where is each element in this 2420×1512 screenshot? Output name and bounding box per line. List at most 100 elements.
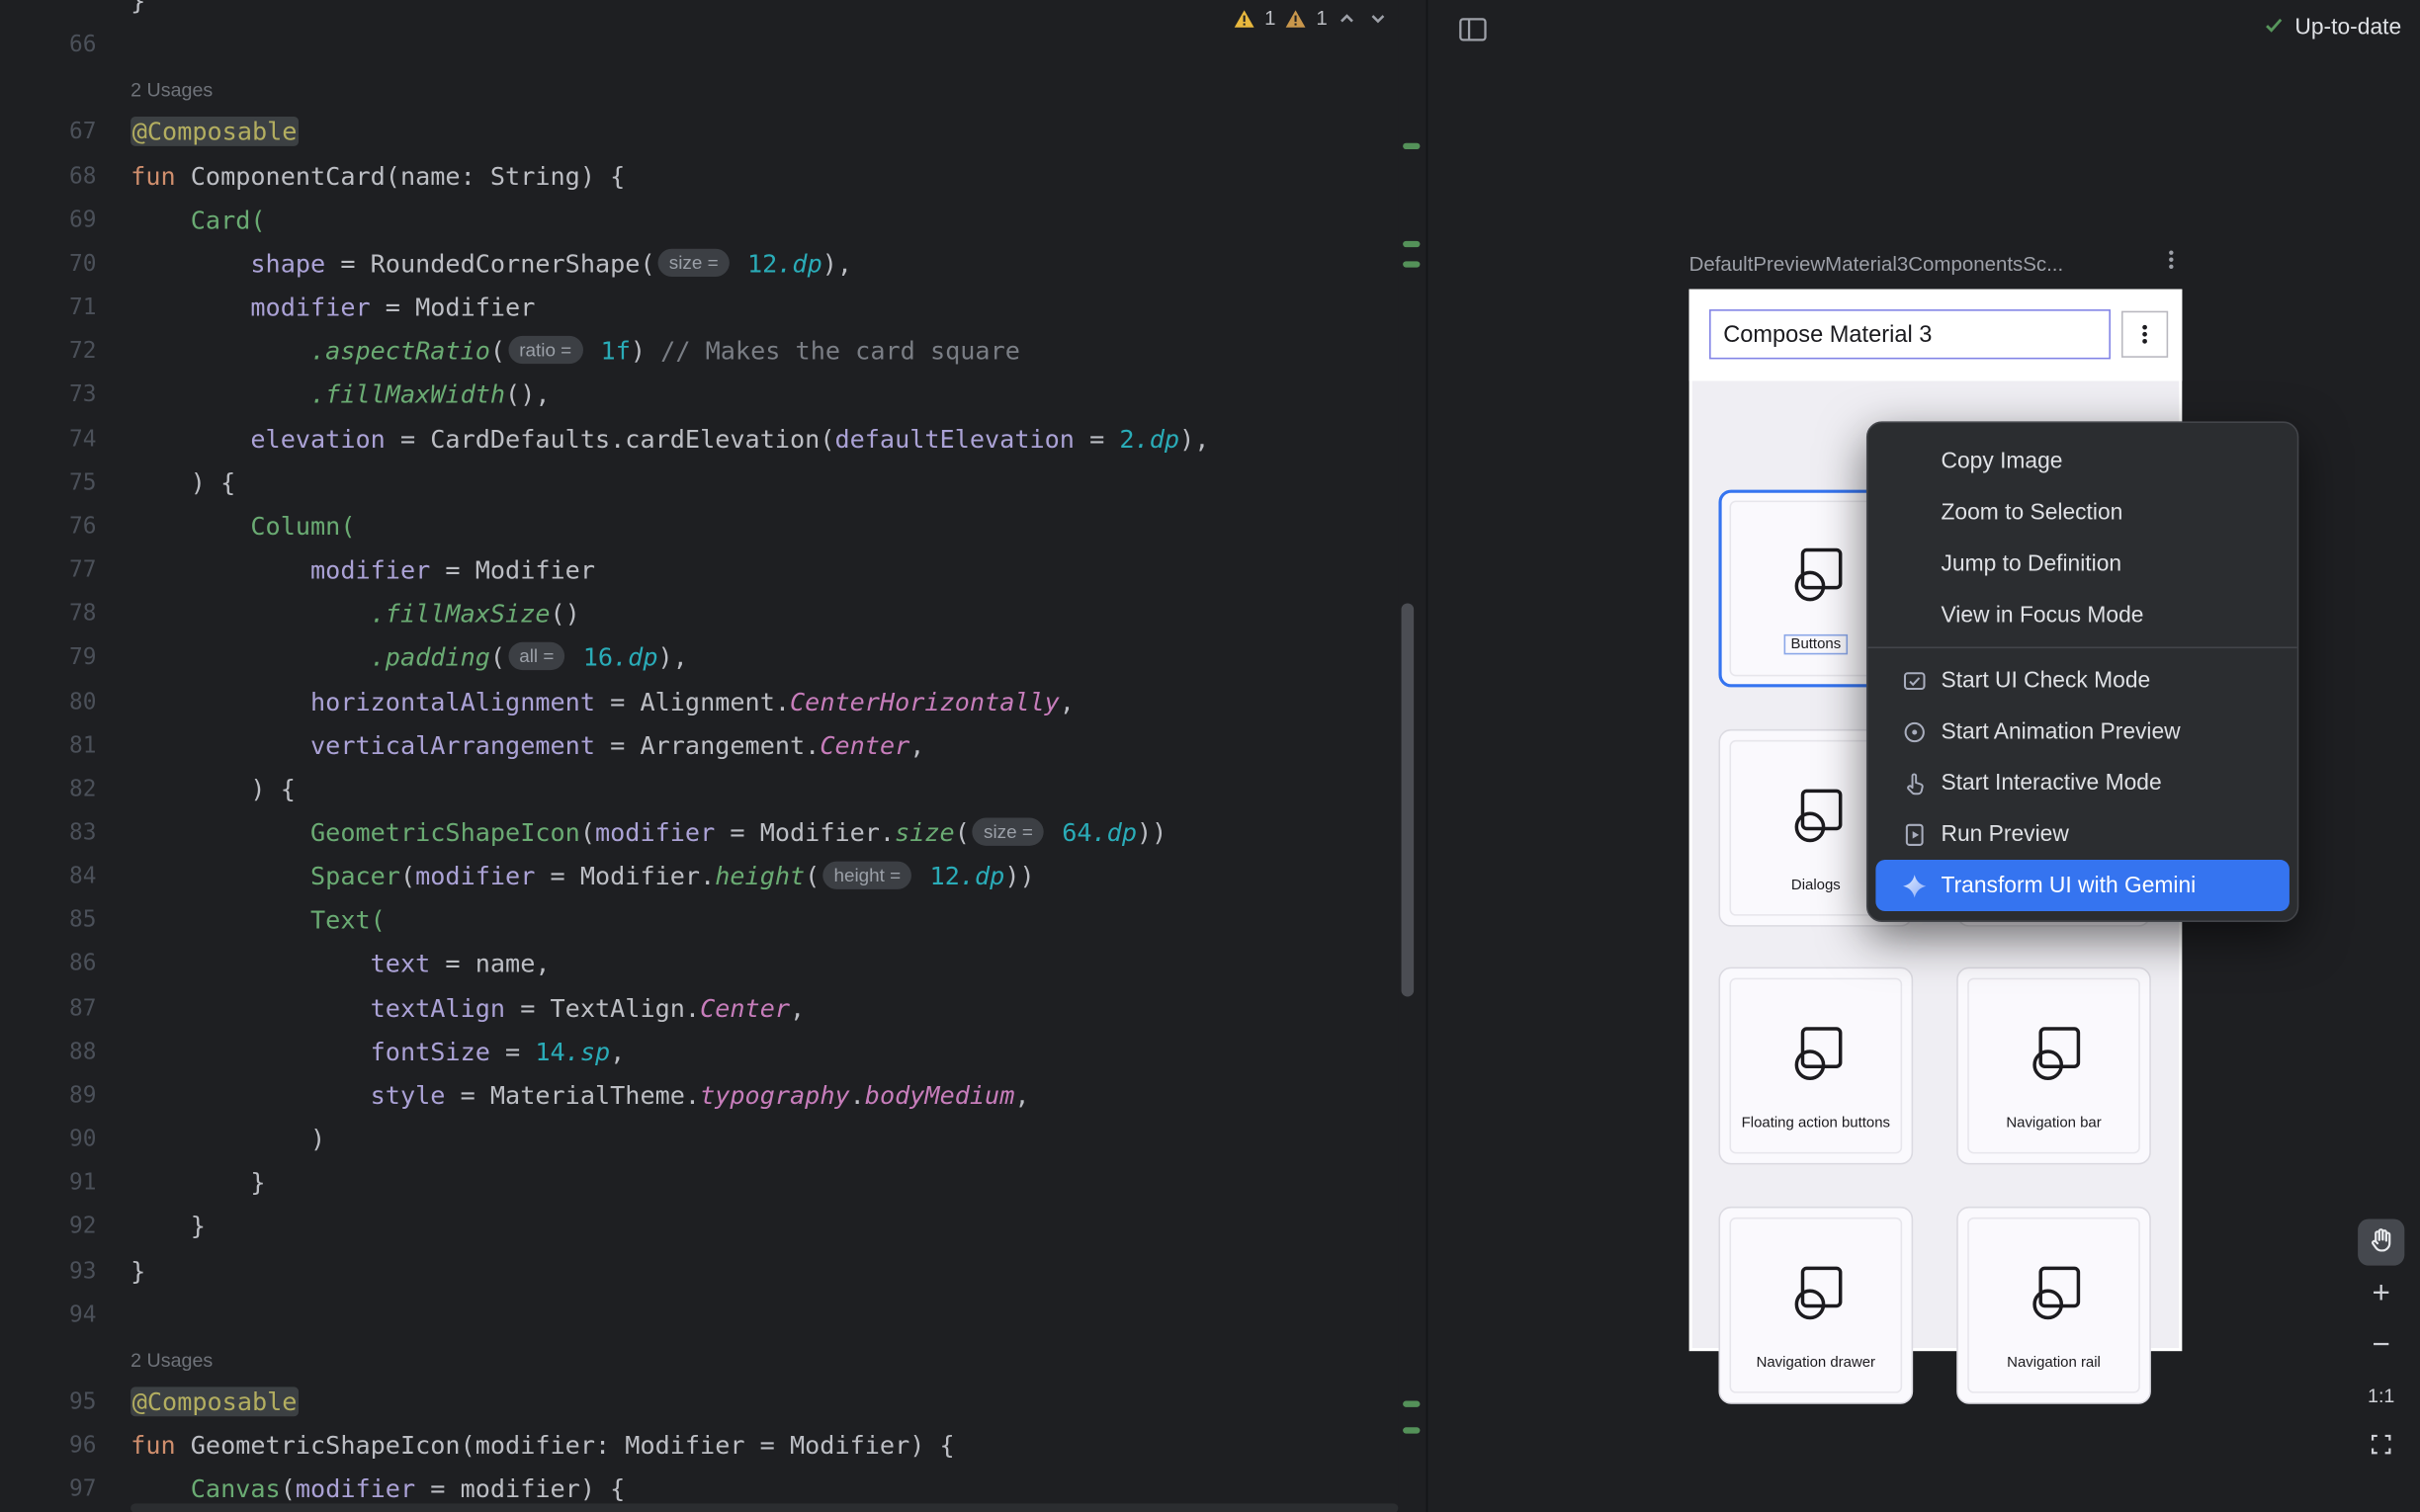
inlay-hint[interactable]: all = [508, 642, 564, 670]
line-number[interactable]: 93 [0, 1249, 115, 1293]
code-row[interactable]: 66 [0, 24, 1426, 67]
horizontal-scrollbar[interactable] [130, 1503, 1398, 1512]
line-number[interactable] [0, 1337, 115, 1381]
code-row[interactable]: 75 ) { [0, 462, 1426, 505]
usages-hint[interactable]: 2 Usages [130, 1349, 213, 1371]
line-number[interactable]: 81 [0, 724, 115, 768]
editor-scroll-stripe[interactable] [1398, 0, 1426, 1512]
line-number[interactable]: 92 [0, 1206, 115, 1249]
app-title-field[interactable]: Compose Material 3 [1709, 309, 2111, 359]
component-card-navigation-bar[interactable]: Navigation bar [1956, 967, 2151, 1165]
code-vision-row[interactable]: 2 Usages [0, 67, 1426, 111]
line-number[interactable]: 87 [0, 986, 115, 1030]
code-row[interactable]: 71 modifier = Modifier [0, 287, 1426, 330]
line-number[interactable]: 71 [0, 287, 115, 330]
code-row[interactable]: 87 textAlign = TextAlign.Center, [0, 986, 1426, 1030]
line-number[interactable]: 91 [0, 1162, 115, 1206]
code-row[interactable]: 91 } [0, 1162, 1426, 1206]
code-row[interactable]: 96fun GeometricShapeIcon(modifier: Modif… [0, 1424, 1426, 1468]
line-number[interactable]: 76 [0, 505, 115, 548]
usages-hint[interactable]: 2 Usages [130, 80, 213, 102]
preview-kebab-menu-icon[interactable] [2160, 247, 2182, 280]
code-editor[interactable]: }66 2 Usages 67@Composable68fun ComponentC… [0, 0, 1426, 1512]
line-number[interactable]: 79 [0, 636, 115, 680]
line-number[interactable]: 84 [0, 856, 115, 899]
line-number[interactable]: 75 [0, 462, 115, 505]
line-number[interactable]: 82 [0, 768, 115, 811]
scrollbar-thumb[interactable] [1402, 603, 1415, 996]
line-number[interactable]: 89 [0, 1074, 115, 1118]
ui-switcher-icon[interactable] [1457, 14, 1488, 44]
line-number[interactable] [0, 67, 115, 111]
code-row[interactable]: 74 elevation = CardDefaults.cardElevatio… [0, 418, 1426, 462]
component-card-floating-action-buttons[interactable]: Floating action buttons [1718, 967, 1913, 1165]
code-row[interactable]: 76 Column( [0, 505, 1426, 548]
code-row[interactable]: 68fun ComponentCard(name: String) { [0, 155, 1426, 199]
line-number[interactable]: 96 [0, 1424, 115, 1468]
menu-item-jump-to-definition[interactable]: Jump to Definition [1868, 538, 2297, 589]
line-number[interactable]: 97 [0, 1469, 115, 1512]
code-row[interactable]: 88 fontSize = 14.sp, [0, 1031, 1426, 1074]
code-row[interactable]: } [0, 0, 1426, 24]
inlay-hint[interactable]: ratio = [508, 336, 582, 364]
previous-highlight-icon[interactable] [1337, 7, 1358, 29]
code-row[interactable]: 89 style = MaterialTheme.typography.body… [0, 1074, 1426, 1118]
zoom-in-button[interactable]: + [2358, 1270, 2404, 1316]
code-row[interactable]: 85 Text( [0, 899, 1426, 943]
line-number[interactable]: 68 [0, 155, 115, 199]
menu-item-start-interactive-mode[interactable]: Start Interactive Mode [1868, 757, 2297, 808]
menu-item-zoom-to-selection[interactable]: Zoom to Selection [1868, 486, 2297, 538]
line-number[interactable]: 72 [0, 330, 115, 374]
code-row[interactable]: 95@Composable [0, 1381, 1426, 1424]
menu-item-run-preview[interactable]: Run Preview [1868, 808, 2297, 860]
code-row[interactable]: 93} [0, 1249, 1426, 1293]
component-card-navigation-rail[interactable]: Navigation rail [1956, 1207, 2151, 1404]
line-number[interactable]: 67 [0, 111, 115, 154]
inlay-hint[interactable]: size = [973, 818, 1044, 846]
zoom-actual-size-button[interactable]: 1:1 [2358, 1373, 2404, 1419]
code-row[interactable]: 80 horizontalAlignment = Alignment.Cente… [0, 680, 1426, 723]
menu-item-transform-ui-with-gemini[interactable]: Transform UI with Gemini [1875, 860, 2289, 911]
line-number[interactable]: 88 [0, 1031, 115, 1074]
menu-item-copy-image[interactable]: Copy Image [1868, 436, 2297, 487]
next-highlight-icon[interactable] [1368, 7, 1390, 29]
line-number[interactable]: 80 [0, 680, 115, 723]
code-row[interactable]: 67@Composable [0, 111, 1426, 154]
code-row[interactable]: 79 .padding(all = 16.dp), [0, 636, 1426, 680]
code-row[interactable]: 84 Spacer(modifier = Modifier.height(hei… [0, 856, 1426, 899]
code-row[interactable]: 86 text = name, [0, 943, 1426, 986]
line-number[interactable]: 73 [0, 374, 115, 417]
line-number[interactable]: 83 [0, 811, 115, 855]
code-vision-row[interactable]: 2 Usages [0, 1337, 1426, 1381]
inlay-hint[interactable]: size = [658, 249, 730, 277]
menu-item-start-animation-preview[interactable]: Start Animation Preview [1868, 706, 2297, 757]
zoom-to-fit-button[interactable] [2358, 1424, 2404, 1470]
line-number[interactable]: 69 [0, 199, 115, 242]
line-number[interactable]: 90 [0, 1118, 115, 1161]
line-number[interactable]: 94 [0, 1293, 115, 1336]
app-kebab-button[interactable] [2121, 311, 2168, 358]
code-row[interactable]: 94 [0, 1293, 1426, 1336]
line-number[interactable]: 70 [0, 242, 115, 286]
inspections-widget[interactable]: 1 1 [1234, 6, 1390, 30]
menu-item-view-in-focus-mode[interactable]: View in Focus Mode [1868, 589, 2297, 640]
code-row[interactable]: 92 } [0, 1206, 1426, 1249]
line-number[interactable]: 78 [0, 593, 115, 636]
zoom-out-button[interactable]: − [2358, 1321, 2404, 1368]
component-card-navigation-drawer[interactable]: Navigation drawer [1718, 1207, 1913, 1404]
inlay-hint[interactable]: height = [822, 862, 911, 889]
code-row[interactable]: 72 .aspectRatio(ratio = 1f) // Makes the… [0, 330, 1426, 374]
code-row[interactable]: 82 ) { [0, 768, 1426, 811]
code-row[interactable]: 69 Card( [0, 199, 1426, 242]
code-row[interactable]: 83 GeometricShapeIcon(modifier = Modifie… [0, 811, 1426, 855]
line-number[interactable]: 86 [0, 943, 115, 986]
code-row[interactable]: 81 verticalArrangement = Arrangement.Cen… [0, 724, 1426, 768]
line-number[interactable]: 74 [0, 418, 115, 462]
code-row[interactable]: 90 ) [0, 1118, 1426, 1161]
pan-button[interactable] [2358, 1218, 2404, 1265]
code-row[interactable]: 73 .fillMaxWidth(), [0, 374, 1426, 417]
code-row[interactable]: 77 modifier = Modifier [0, 548, 1426, 592]
line-number[interactable]: 77 [0, 548, 115, 592]
line-number[interactable] [0, 0, 115, 24]
menu-item-start-ui-check-mode[interactable]: Start UI Check Mode [1868, 654, 2297, 706]
